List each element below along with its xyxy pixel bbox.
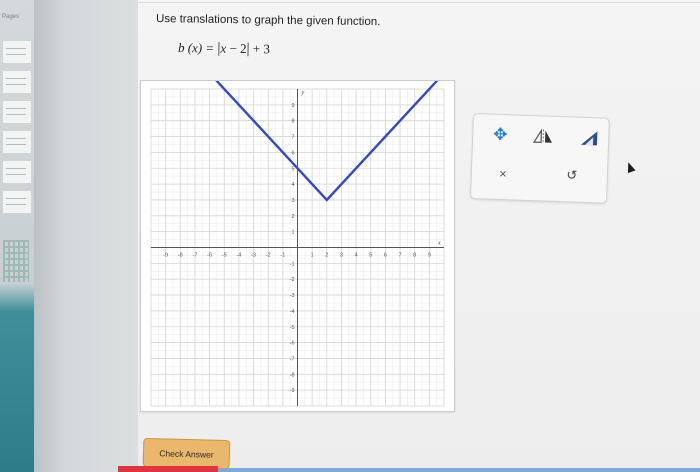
progress-bar-accent bbox=[118, 466, 218, 472]
undo-icon[interactable]: ↺ bbox=[556, 163, 587, 188]
x-tick-label: 8 bbox=[413, 253, 416, 259]
move-icon[interactable]: ✥ bbox=[485, 122, 516, 147]
graph-card[interactable]: -9 -8 -7 -6 -5 -4 -3 -2 -1 1 2 3 4 5 6 7 8 9 1 2 3 4 5 6 7 8 9 -1 -2… bbox=[140, 80, 455, 412]
pages-strip: Pages bbox=[0, 0, 34, 472]
page-thumbnail[interactable] bbox=[2, 190, 32, 214]
x-tick-label: 1 bbox=[311, 253, 314, 259]
x-tick-label: 5 bbox=[369, 253, 372, 259]
x-tick-label: -6 bbox=[207, 253, 212, 259]
y-tick-label: -9 bbox=[290, 388, 295, 394]
x-tick-label: -1 bbox=[280, 253, 285, 259]
clear-icon[interactable]: × bbox=[488, 161, 519, 186]
x-tick-label: -9 bbox=[163, 253, 168, 259]
y-tick-label: 6 bbox=[291, 150, 294, 156]
x-tick-label: -4 bbox=[236, 253, 241, 259]
x-tick-label: 3 bbox=[340, 253, 343, 259]
y-tick-label: 3 bbox=[291, 198, 294, 204]
x-tick-label: 4 bbox=[355, 253, 358, 259]
y-tick-label: -2 bbox=[290, 277, 295, 283]
x-tick-label: -7 bbox=[193, 253, 198, 259]
page-thumbnail[interactable] bbox=[2, 100, 32, 124]
footer-bar bbox=[218, 468, 700, 472]
graph-tools-panel: ✥ × ↺ bbox=[469, 113, 610, 204]
x-tick-label: -8 bbox=[178, 253, 183, 259]
y-tick-label: -7 bbox=[290, 356, 295, 362]
x-tick-label: 9 bbox=[428, 253, 431, 259]
page-thumbnail[interactable] bbox=[2, 160, 32, 184]
formula-minus: − 2 bbox=[226, 40, 247, 56]
y-tick-label: 8 bbox=[291, 119, 294, 125]
y-tick-label: 4 bbox=[291, 182, 294, 188]
divider bbox=[138, 2, 700, 3]
coordinate-grid[interactable]: -9 -8 -7 -6 -5 -4 -3 -2 -1 1 2 3 4 5 6 7 8 9 1 2 3 4 5 6 7 8 9 -1 -2… bbox=[141, 81, 454, 411]
y-tick-label: -5 bbox=[290, 325, 295, 331]
page-thumbnail[interactable] bbox=[2, 40, 32, 64]
y-tick-label: -1 bbox=[290, 261, 295, 267]
dilate-icon[interactable] bbox=[574, 126, 605, 151]
y-axis-label: y bbox=[301, 90, 305, 96]
y-tick-label: -4 bbox=[290, 309, 295, 315]
function-graph-line bbox=[215, 81, 439, 202]
y-tick-label: 2 bbox=[291, 214, 294, 220]
page-thumbnail[interactable] bbox=[2, 70, 32, 94]
formula-plus: + 3 bbox=[249, 41, 271, 57]
pages-label: Pages bbox=[2, 14, 20, 20]
x-tick-label: 6 bbox=[384, 253, 387, 259]
y-tick-label: -6 bbox=[290, 341, 295, 347]
x-tick-label: -2 bbox=[266, 253, 271, 259]
x-tick-label: -5 bbox=[222, 253, 227, 259]
y-tick-label: 7 bbox=[291, 135, 294, 141]
x-axis-label: x bbox=[437, 241, 441, 247]
reflect-icon[interactable] bbox=[528, 124, 559, 149]
x-tick-label: -3 bbox=[251, 253, 256, 259]
y-tick-label: -3 bbox=[290, 293, 295, 299]
y-tick-label: 5 bbox=[291, 166, 294, 172]
y-tick-label: -8 bbox=[290, 372, 295, 378]
function-formula: b (x) = |x − 2| + 3 bbox=[178, 40, 270, 58]
formula-lhs: b (x) = bbox=[177, 40, 218, 56]
x-tick-label: 7 bbox=[399, 253, 402, 259]
strip-icons bbox=[3, 240, 29, 282]
y-tick-label: 1 bbox=[291, 230, 294, 236]
page-thumbnail[interactable] bbox=[2, 130, 32, 154]
x-tick-label: 2 bbox=[325, 253, 328, 259]
check-answer-button[interactable]: Check Answer bbox=[142, 437, 231, 470]
y-tick-label: 9 bbox=[291, 103, 294, 109]
left-panel bbox=[34, 0, 138, 472]
